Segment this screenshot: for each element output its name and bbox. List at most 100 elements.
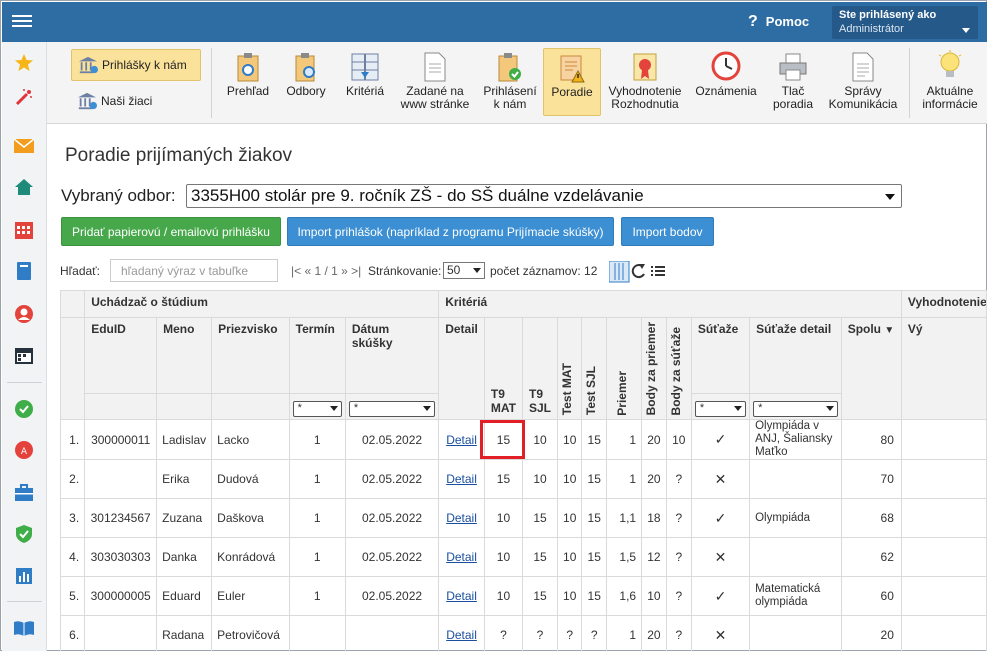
col-detail[interactable]: Detail: [438, 316, 485, 421]
cell-sutaze-detail: [749, 615, 842, 651]
chevron-down-icon: [329, 406, 338, 412]
col-testmat[interactable]: Test MAT: [557, 316, 583, 421]
cell-datum: [344, 615, 440, 651]
book-icon[interactable]: [13, 260, 35, 282]
cell-termin: [288, 615, 346, 651]
filter-grid-icon: [350, 48, 380, 82]
person-icon[interactable]: [13, 303, 35, 325]
col-meno[interactable]: Meno: [156, 317, 213, 394]
help-button[interactable]: ? Pomoc: [748, 13, 809, 31]
detail-link[interactable]: Detail: [446, 511, 477, 525]
col-body-sutaze-label: Body za súťaže: [668, 326, 683, 416]
refresh-icon[interactable]: [631, 264, 645, 279]
magic-wand-icon[interactable]: [13, 86, 35, 108]
table-row[interactable]: 4. 303030303 Danka Konrádová 1 02.05.2022 Deta…: [59, 537, 987, 578]
detail-link[interactable]: Detail: [446, 550, 477, 564]
import-applications-button[interactable]: Import prihlášok (napríklad z programu P…: [287, 217, 614, 246]
col-priezvisko[interactable]: Priezvisko: [211, 317, 290, 394]
add-paper-application-button[interactable]: Pridať papierovú / emailovú prihlášku: [61, 217, 281, 246]
briefcase-icon[interactable]: [13, 482, 35, 504]
paging-select[interactable]: 50: [443, 262, 485, 279]
col-t9mat[interactable]: T9 MAT: [483, 316, 524, 421]
login-dropdown[interactable]: Ste prihlásený ako Administrátor: [832, 6, 978, 39]
table-row[interactable]: 2. Erika Dudová 1 02.05.2022 Detail 15 10 10 15 1 2…: [59, 459, 987, 500]
shield-icon[interactable]: [13, 523, 35, 545]
detail-link[interactable]: Detail: [446, 589, 477, 603]
odbor-select[interactable]: 3355H00 stolár pre 9. ročník ZŠ - do SŠ …: [186, 184, 902, 208]
toolbar-btn-zadane[interactable]: Zadané na www stránke: [395, 48, 475, 116]
toolbar-btn-prehlad[interactable]: Prehľad: [219, 48, 277, 116]
cell-sutaze-detail: Olympiáda v ANJ, Šaliansky Maťko: [749, 419, 842, 461]
envelope-icon[interactable]: [13, 135, 35, 157]
toolbar-btn-nasi-ziaci[interactable]: Naši žiaci: [71, 87, 201, 115]
col-t9sjl[interactable]: T9 SJL: [521, 316, 559, 421]
pdf-icon[interactable]: A: [13, 439, 35, 461]
col-eduid[interactable]: EduID: [84, 317, 158, 394]
pager-text[interactable]: |< « 1 / 1 » >|: [291, 264, 361, 278]
cell-t9mat: 10: [483, 537, 524, 578]
col-testsjl[interactable]: Test SJL: [581, 316, 608, 421]
filter-termin-select[interactable]: *: [292, 401, 342, 418]
detail-link[interactable]: Detail: [446, 472, 477, 486]
calendar-icon[interactable]: [13, 344, 35, 366]
cell-sutaze: ✕: [690, 615, 751, 651]
cell-body-sutaze: ?: [665, 615, 692, 651]
bar-chart-icon[interactable]: [13, 565, 35, 587]
col-spolu[interactable]: Spolu ▼: [840, 316, 902, 421]
col-termin[interactable]: Termín: [288, 317, 346, 394]
chevron-down-icon: [423, 406, 432, 412]
search-input[interactable]: hľadaný výraz v tabuľke: [110, 259, 278, 282]
toolbar-btn-prihlasky[interactable]: Prihlášky k nám: [71, 49, 201, 81]
import-points-button[interactable]: Import bodov: [621, 217, 714, 246]
cell-body-sutaze: ?: [665, 459, 692, 500]
toolbar-btn-odbory[interactable]: Odbory: [280, 48, 332, 116]
page-title: Poradie prijímaných žiakov: [65, 145, 293, 166]
cell-spolu: 80: [840, 419, 902, 461]
cell-testmat: 10: [557, 498, 583, 539]
toolbar-btn-vyhodnotenie[interactable]: Vyhodnotenie Rozhodnutia: [605, 48, 685, 116]
list-warning-icon: [559, 49, 585, 83]
toolbar-btn-tlac[interactable]: Tlač poradia: [765, 48, 821, 116]
table-row[interactable]: 3. 301234567 Zuzana Daškova 1 02.05.2022 Detai…: [59, 498, 987, 539]
detail-link[interactable]: Detail: [446, 628, 477, 642]
paging-label: Stránkovanie:: [367, 264, 442, 278]
row-number: 2.: [59, 459, 86, 500]
toolbar-btn-oznamenia[interactable]: Oznámenia: [689, 48, 763, 116]
open-book-icon[interactable]: [13, 617, 35, 639]
check-circle-icon[interactable]: [13, 398, 35, 420]
top-bar: ? Pomoc Ste prihlásený ako Administrátor: [2, 2, 987, 42]
toolbar-btn-aktualne[interactable]: Aktuálne informácie: [917, 48, 983, 116]
table-row[interactable]: 6. Radana Petrovičová Detail???? 1 20? ✕ 20: [59, 615, 987, 651]
col-body-sutaze[interactable]: Body za súťaže: [665, 316, 692, 421]
hamburger-menu-icon[interactable]: [12, 12, 32, 30]
col-sutaze-detail[interactable]: Súťaže detail: [749, 317, 842, 394]
filter-sutaze-detail-select[interactable]: *: [753, 401, 838, 418]
cell-body-priemer: 20: [641, 615, 667, 651]
toolbar-btn-poradie[interactable]: Poradie: [543, 48, 601, 116]
col-body-priemer[interactable]: Body za priemer: [641, 316, 667, 421]
columns-icon[interactable]: [608, 260, 630, 283]
calendar-grid-icon[interactable]: [13, 219, 35, 241]
cell-termin: 1: [288, 576, 346, 617]
toolbar-btn-prihlaseni[interactable]: Prihlásení k nám: [479, 48, 541, 116]
help-label: Pomoc: [765, 14, 810, 29]
filter-sutaze-select[interactable]: *: [694, 401, 747, 418]
toolbar-btn-spravy[interactable]: Správy Komunikácia: [825, 48, 901, 116]
cell-sutaze-detail: Matematická olympiáda: [749, 576, 842, 617]
col-datum[interactable]: Dátum skúšky: [344, 317, 440, 394]
row-number-header: [59, 316, 86, 421]
filter-priezvisko-cell: [211, 392, 290, 421]
star-icon[interactable]: [13, 52, 35, 74]
col-vy[interactable]: Vý: [900, 316, 987, 421]
list-icon[interactable]: [651, 266, 665, 276]
toolbar-btn-label: Oznámenia: [695, 84, 757, 98]
detail-link[interactable]: Detail: [446, 433, 477, 447]
col-priemer[interactable]: Priemer: [606, 316, 643, 421]
col-sutaze[interactable]: Súťaže: [690, 317, 751, 394]
toolbar-btn-kriteria[interactable]: Kritériá: [339, 48, 391, 116]
home-icon[interactable]: [13, 176, 35, 198]
table-row[interactable]: 5. 300000005 Eduard Euler 1 02.05.2022 Detail 1…: [59, 576, 987, 617]
evaluation-group-header: Vyhodnotenie: [900, 290, 987, 318]
pager[interactable]: |< « 1 / 1 » >| Stránkovanie:: [291, 264, 441, 278]
filter-datum-select[interactable]: *: [348, 401, 436, 418]
